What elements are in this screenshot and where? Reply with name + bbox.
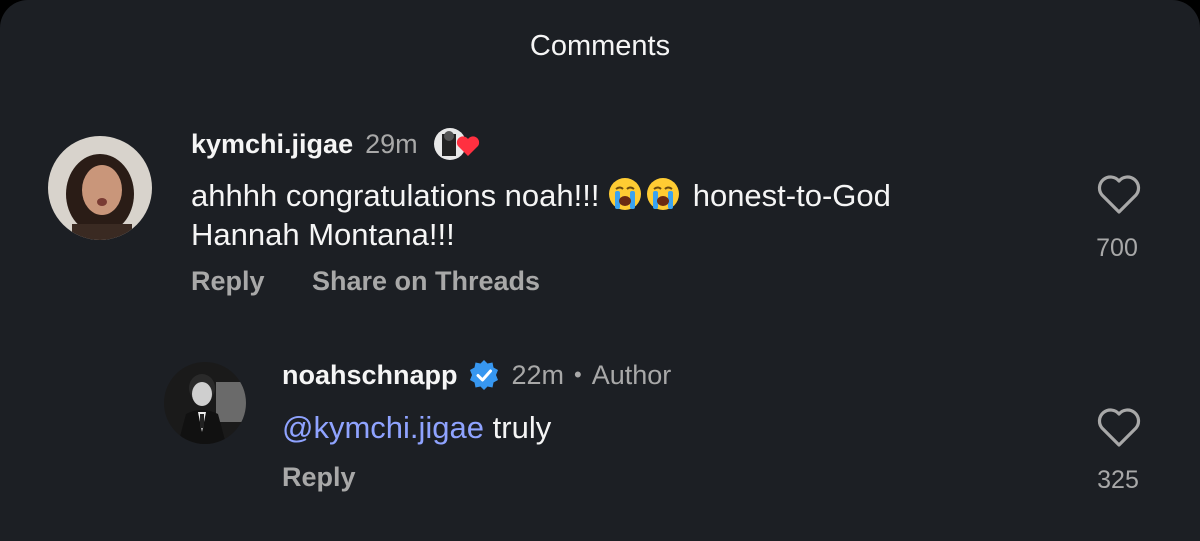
comment-text: ahhhh congratulations noah!!! honest-to-… (191, 176, 1051, 254)
comment-header: kymchi.jigae 29m (191, 126, 482, 162)
avatar[interactable] (48, 136, 152, 240)
verified-badge-icon (468, 359, 500, 391)
page-title: Comments (529, 30, 671, 62)
comment-text-part: truly (484, 410, 552, 445)
loudly-crying-face-icon (608, 177, 642, 211)
timestamp: 22m (511, 359, 565, 390)
comments-sheet: Comments kymchi.jigae 29m ahhhh congratu… (0, 0, 1200, 541)
mention-link[interactable]: @kymchi.jigae (282, 410, 484, 445)
author-badge: Author (591, 359, 672, 390)
comment-text: @kymchi.jigae truly (282, 408, 1042, 447)
like-count: 325 (1097, 466, 1139, 494)
comment-header: noahschnapp 22m • Author (282, 357, 671, 393)
avatar[interactable] (164, 362, 246, 444)
like-heart-icon[interactable] (1097, 175, 1141, 220)
like-count: 700 (1096, 234, 1138, 262)
like-heart-icon[interactable] (1097, 408, 1141, 453)
comment-text-part: honest-to-God (684, 178, 891, 213)
separator-dot: • (574, 362, 582, 387)
username[interactable]: noahschnapp (282, 360, 458, 391)
liked-by-author-icon (430, 126, 482, 162)
comment-text-line: Hannah Montana!!! (191, 217, 455, 252)
reply-button[interactable]: Reply (282, 462, 356, 493)
comment-text-part: ahhhh congratulations noah!!! (191, 178, 609, 213)
username[interactable]: kymchi.jigae (191, 129, 353, 160)
reply-button[interactable]: Reply (191, 266, 265, 297)
share-on-threads-button[interactable]: Share on Threads (312, 266, 540, 297)
timestamp: 29m (365, 128, 418, 159)
loudly-crying-face-icon (646, 177, 680, 211)
